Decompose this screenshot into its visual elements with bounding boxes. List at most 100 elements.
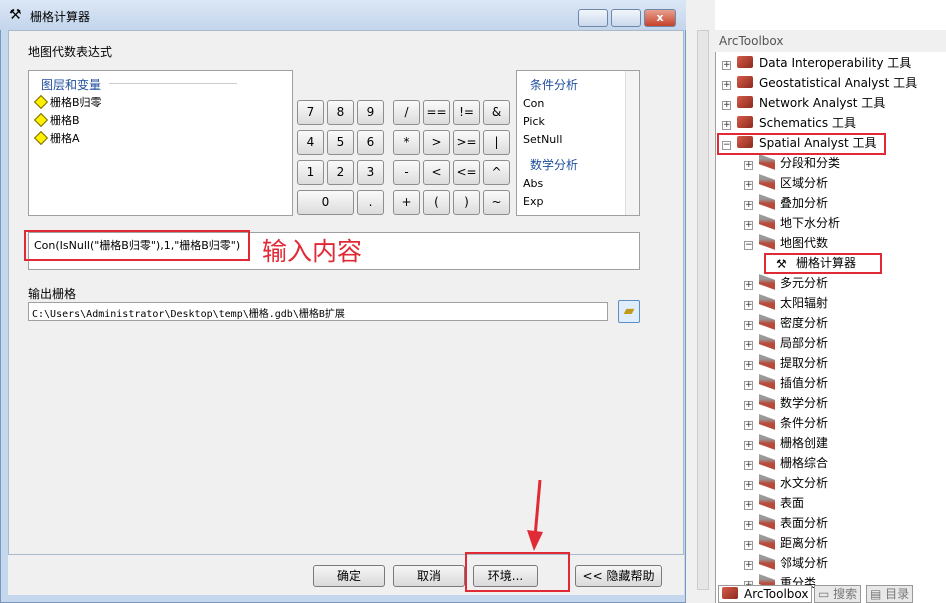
toolset-item[interactable]: + 太阳辐射 [744, 293, 828, 313]
dialog-scrollbar[interactable] [674, 34, 682, 554]
layer-item[interactable]: 栅格B [33, 112, 102, 130]
toolset-item[interactable]: + 局部分析 [744, 333, 828, 353]
keypad-button[interactable]: - [393, 160, 420, 185]
toolset-item[interactable]: + 密度分析 [744, 313, 828, 333]
expand-icon[interactable]: + [744, 321, 753, 330]
expand-icon[interactable]: + [744, 421, 753, 430]
keypad-button[interactable]: 3 [357, 160, 384, 185]
toolbox-item[interactable]: + Geostatistical Analyst 工具 [722, 73, 917, 93]
keypad-button[interactable]: / [393, 100, 420, 125]
keypad-button[interactable]: 6 [357, 130, 384, 155]
keypad-button[interactable]: 7 [297, 100, 324, 125]
toolset-item[interactable]: + 分段和分类 [744, 153, 840, 173]
close-button[interactable]: x [644, 9, 676, 27]
keypad-button[interactable]: 0 [297, 190, 354, 215]
function-item[interactable]: Con [523, 95, 562, 113]
expand-icon[interactable]: + [744, 521, 753, 530]
keypad-button[interactable]: ~ [483, 190, 510, 215]
expand-icon[interactable]: + [744, 281, 753, 290]
layer-item[interactable]: 栅格A [33, 130, 102, 148]
toolset-item[interactable]: + 区域分析 [744, 173, 828, 193]
toolset-item[interactable]: − 地图代数 [744, 233, 828, 253]
output-raster-field[interactable]: C:\Users\Administrator\Desktop\temp\栅格.g… [28, 302, 608, 321]
cancel-button[interactable]: 取消 [393, 565, 465, 587]
expand-icon[interactable]: + [744, 221, 753, 230]
expand-icon[interactable]: + [744, 361, 753, 370]
expand-icon[interactable]: + [744, 181, 753, 190]
maximize-button[interactable] [611, 9, 641, 27]
toolset-item[interactable]: + 条件分析 [744, 413, 828, 433]
keypad-button[interactable]: * [393, 130, 420, 155]
keypad-button[interactable]: != [453, 100, 480, 125]
expand-icon[interactable]: + [744, 441, 753, 450]
keypad-button[interactable]: 2 [327, 160, 354, 185]
toolset-item[interactable]: + 插值分析 [744, 373, 828, 393]
function-item[interactable]: Exp [523, 193, 543, 211]
expand-icon[interactable]: + [744, 401, 753, 410]
keypad-button[interactable]: + [393, 190, 420, 215]
keypad-button[interactable]: < [423, 160, 450, 185]
browse-folder-button[interactable]: ▰ [618, 300, 640, 323]
toolset-item[interactable]: + 叠加分析 [744, 193, 828, 213]
keypad-button[interactable]: ) [453, 190, 480, 215]
layers-header: 图层和变量 [41, 78, 102, 92]
tab-arctoolbox[interactable]: ArcToolbox [718, 585, 813, 603]
toolset-item[interactable]: + 数学分析 [744, 393, 828, 413]
expand-icon[interactable]: + [744, 161, 753, 170]
toolbox-item[interactable]: + Schematics 工具 [722, 113, 856, 133]
toolset-item[interactable]: + 表面 [744, 493, 804, 513]
keypad-button[interactable]: 8 [327, 100, 354, 125]
function-item[interactable]: Abs [523, 175, 543, 193]
expand-icon[interactable]: + [722, 121, 731, 130]
function-item[interactable]: SetNull [523, 131, 562, 149]
keypad-button[interactable]: & [483, 100, 510, 125]
expand-icon[interactable]: + [744, 301, 753, 310]
minimize-button[interactable] [578, 9, 608, 27]
keypad-button[interactable]: ( [423, 190, 450, 215]
expand-icon[interactable]: + [744, 201, 753, 210]
expand-icon[interactable]: + [744, 481, 753, 490]
keypad-button[interactable]: 9 [357, 100, 384, 125]
keypad-button[interactable]: >= [453, 130, 480, 155]
hide-help-button[interactable]: << 隐藏帮助 [575, 565, 662, 587]
keypad-button[interactable]: 4 [297, 130, 324, 155]
keypad-button[interactable]: == [423, 100, 450, 125]
toolset-item[interactable]: + 提取分析 [744, 353, 828, 373]
keypad-button[interactable]: . [357, 190, 384, 215]
keypad-button[interactable]: ^ [483, 160, 510, 185]
toolset-item[interactable]: + 栅格创建 [744, 433, 828, 453]
keypad-button[interactable]: 1 [297, 160, 324, 185]
function-item[interactable]: Pick [523, 113, 562, 131]
expand-icon[interactable]: + [744, 461, 753, 470]
keypad-button[interactable]: <= [453, 160, 480, 185]
toolset-item[interactable]: + 距离分析 [744, 533, 828, 553]
toolset-item[interactable]: + 地下水分析 [744, 213, 840, 233]
collapse-icon[interactable]: − [744, 241, 753, 250]
tab-search[interactable]: ▭ 搜索 [814, 585, 862, 603]
background-scrollbar[interactable] [697, 30, 709, 590]
expand-icon[interactable]: + [722, 61, 731, 70]
keypad-button[interactable]: > [423, 130, 450, 155]
toolbox-item[interactable]: + Data Interoperability 工具 [722, 53, 911, 73]
expand-icon[interactable]: + [722, 81, 731, 90]
expand-icon[interactable]: + [744, 381, 753, 390]
layers-list[interactable]: 图层和变量 栅格B归零 栅格B 栅格A [28, 70, 293, 216]
keypad-button[interactable]: | [483, 130, 510, 155]
layer-item[interactable]: 栅格B归零 [33, 94, 102, 112]
toolset-item[interactable]: + 表面分析 [744, 513, 828, 533]
toolset-item[interactable]: + 邻域分析 [744, 553, 828, 573]
toolset-item[interactable]: + 水文分析 [744, 473, 828, 493]
toolset-item[interactable]: + 多元分析 [744, 273, 828, 293]
functions-scrollbar[interactable] [625, 71, 639, 215]
tab-catalog[interactable]: ▤ 目录 [866, 585, 914, 603]
expand-icon[interactable]: + [744, 561, 753, 570]
keypad-button[interactable]: 5 [327, 130, 354, 155]
expand-icon[interactable]: + [744, 501, 753, 510]
functions-list[interactable]: 条件分析 Con Pick SetNull 数学分析 Abs Exp [516, 70, 640, 216]
expand-icon[interactable]: + [744, 341, 753, 350]
expand-icon[interactable]: + [722, 101, 731, 110]
expand-icon[interactable]: + [744, 541, 753, 550]
toolset-item[interactable]: + 栅格综合 [744, 453, 828, 473]
toolbox-item[interactable]: + Network Analyst 工具 [722, 93, 885, 113]
ok-button[interactable]: 确定 [313, 565, 385, 587]
